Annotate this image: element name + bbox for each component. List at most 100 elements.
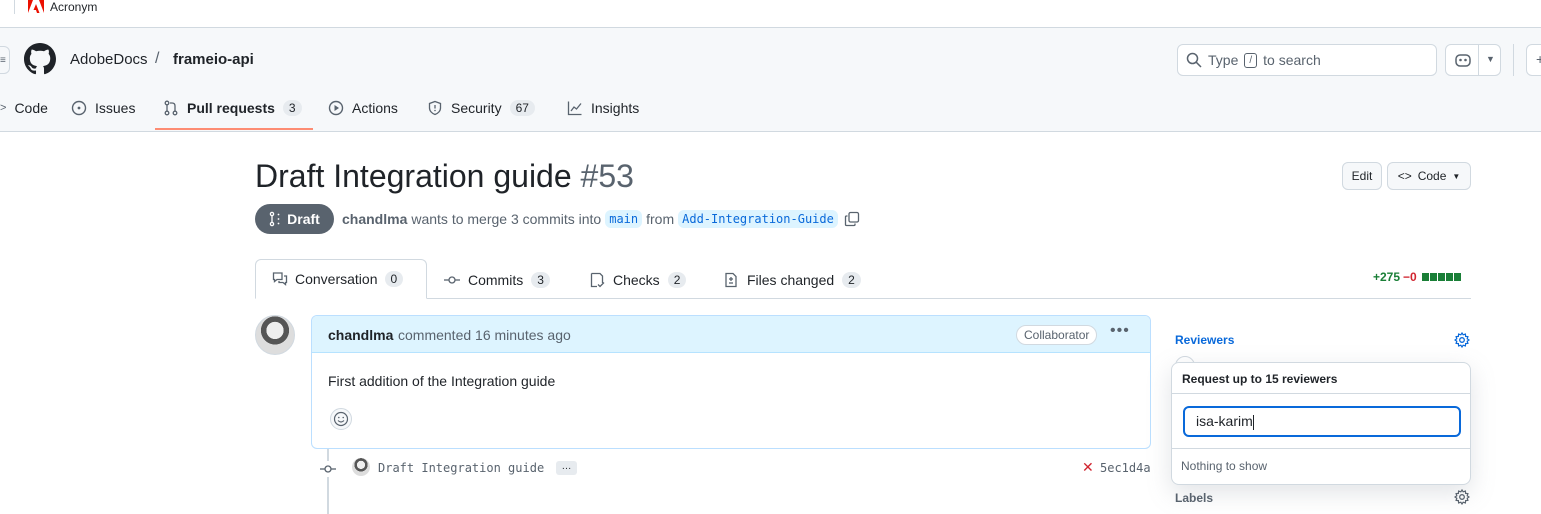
avatar[interactable] bbox=[255, 315, 295, 355]
create-new-button[interactable]: + bbox=[1526, 44, 1541, 76]
tab-pull-requests[interactable]: Pull requests 3 bbox=[163, 93, 302, 123]
popup-divider bbox=[1172, 448, 1470, 449]
git-commit-icon bbox=[320, 461, 336, 477]
head-branch[interactable]: Add-Integration-Guide bbox=[678, 210, 838, 228]
status-badge: Draft bbox=[255, 204, 334, 234]
brand-name: Acronym bbox=[50, 0, 98, 14]
diffstat-block bbox=[1453, 273, 1461, 281]
diffstat-block bbox=[1421, 273, 1429, 281]
tab-label: Conversation bbox=[295, 271, 378, 287]
tab-security[interactable]: Security 67 bbox=[427, 93, 535, 123]
base-branch[interactable]: main bbox=[605, 210, 643, 228]
deletions-count: −0 bbox=[1403, 270, 1417, 284]
add-reaction-button[interactable] bbox=[330, 408, 352, 430]
smiley-icon bbox=[333, 411, 349, 427]
text-cursor bbox=[1252, 414, 1254, 430]
code-brackets-icon: <> bbox=[1397, 169, 1412, 183]
tab-files-changed[interactable]: Files changed 2 bbox=[723, 265, 861, 295]
edit-button[interactable]: Edit bbox=[1342, 162, 1382, 190]
pr-title-row: Draft Integration guide #53 bbox=[255, 158, 634, 195]
labels-heading[interactable]: Labels bbox=[1175, 491, 1213, 505]
pr-tabs-border bbox=[255, 298, 1471, 299]
repo-separator: / bbox=[155, 50, 160, 67]
pull-requests-count: 3 bbox=[282, 100, 302, 116]
chevron-down-icon: ▼ bbox=[1452, 171, 1461, 181]
diffstat-block bbox=[1429, 273, 1437, 281]
search-key-hint: / bbox=[1244, 52, 1258, 68]
reviewers-popup: Request up to 15 reviewers isa-karim Not… bbox=[1171, 362, 1471, 485]
adobe-logo-icon bbox=[28, 0, 44, 13]
tab-label: Commits bbox=[468, 272, 524, 288]
reviewer-search-input[interactable]: isa-karim bbox=[1183, 406, 1461, 437]
top-strip: Acronym bbox=[0, 0, 1541, 28]
popup-title: Request up to 15 reviewers bbox=[1182, 372, 1338, 386]
copilot-icon bbox=[1455, 54, 1471, 67]
play-icon bbox=[328, 100, 344, 116]
tab-commits[interactable]: Commits 3 bbox=[444, 265, 550, 295]
from-text: from bbox=[646, 211, 675, 227]
reviewers-heading[interactable]: Reviewers bbox=[1175, 333, 1234, 347]
author-link[interactable]: chandlma bbox=[342, 211, 407, 227]
avatar[interactable] bbox=[352, 458, 370, 476]
kebab-horizontal-icon[interactable]: ••• bbox=[1110, 322, 1130, 340]
tab-label: Security bbox=[451, 100, 502, 116]
github-logo-icon[interactable] bbox=[24, 43, 56, 75]
git-commit-icon bbox=[444, 276, 460, 284]
tab-insights[interactable]: Insights bbox=[567, 93, 639, 123]
commit-message[interactable]: Draft Integration guide bbox=[378, 461, 544, 475]
repo-owner-link[interactable]: AdobeDocs bbox=[70, 51, 148, 68]
pr-number: #53 bbox=[580, 158, 634, 194]
search-input[interactable]: Type / to search bbox=[1177, 44, 1437, 76]
copy-icon[interactable] bbox=[844, 211, 860, 227]
comment-header: chandlma commented 16 minutes ago Collab… bbox=[312, 316, 1150, 353]
expand-commit-button[interactable]: … bbox=[556, 461, 577, 475]
gear-icon[interactable] bbox=[1454, 489, 1470, 505]
strip-divider bbox=[14, 0, 15, 14]
pr-merge-info: chandlma wants to merge 3 commits into m… bbox=[342, 210, 860, 228]
code-dropdown-button[interactable]: <> Code ▼ bbox=[1387, 162, 1471, 190]
commit-sha[interactable]: 5ec1d4a bbox=[1100, 461, 1151, 475]
diffstat-block bbox=[1437, 273, 1445, 281]
page-title: Draft Integration guide bbox=[255, 158, 572, 194]
reviewer-search-value: isa-karim bbox=[1196, 413, 1253, 429]
empty-state-text: Nothing to show bbox=[1181, 459, 1268, 473]
tab-label: Files changed bbox=[747, 272, 835, 288]
search-prefix: Type bbox=[1208, 52, 1239, 68]
commits-count: 3 bbox=[531, 272, 550, 288]
tab-actions[interactable]: Actions bbox=[328, 93, 398, 123]
timeline-line bbox=[327, 449, 329, 514]
tab-issues[interactable]: Issues bbox=[71, 93, 135, 123]
additions-count: +275 bbox=[1373, 270, 1401, 284]
tab-label: Pull requests bbox=[187, 100, 275, 116]
conversation-count: 0 bbox=[384, 271, 404, 287]
collaborator-badge: Collaborator bbox=[1016, 325, 1098, 345]
checks-count: 2 bbox=[667, 272, 687, 288]
comment-meta[interactable]: commented 16 minutes ago bbox=[398, 327, 571, 343]
menu-button[interactable]: ≡ bbox=[0, 46, 10, 74]
diffstat-block bbox=[1445, 273, 1453, 281]
tab-label: Issues bbox=[95, 100, 136, 116]
comment-author[interactable]: chandlma bbox=[328, 327, 393, 343]
comment-discussion-icon bbox=[272, 272, 288, 286]
graph-icon bbox=[567, 101, 582, 116]
x-icon[interactable]: ✕ bbox=[1082, 459, 1094, 476]
git-pull-request-draft-icon bbox=[269, 211, 280, 227]
hamburger-icon: ≡ bbox=[0, 55, 6, 66]
code-button-label: Code bbox=[1417, 169, 1447, 183]
diffstat: +275 −0 bbox=[1373, 270, 1461, 284]
comment-body: First addition of the Integration guide bbox=[328, 373, 556, 389]
tab-checks[interactable]: Checks 2 bbox=[589, 265, 687, 295]
tab-label: Code bbox=[14, 100, 48, 116]
comment-box: chandlma commented 16 minutes ago Collab… bbox=[311, 315, 1151, 449]
plus-icon: + bbox=[1536, 51, 1541, 67]
repo-header: ≡ AdobeDocs / frameio-api Type / to sear… bbox=[0, 28, 1541, 132]
gear-icon[interactable] bbox=[1454, 332, 1470, 348]
shield-icon bbox=[428, 100, 442, 116]
tab-code[interactable]: > Code bbox=[0, 93, 48, 123]
repo-name-link[interactable]: frameio-api bbox=[173, 51, 254, 68]
tab-label: Actions bbox=[352, 100, 398, 116]
chevron-down-icon[interactable]: ▼ bbox=[1486, 54, 1495, 64]
copilot-button[interactable]: ▼ bbox=[1445, 44, 1501, 76]
tab-conversation[interactable]: Conversation 0 bbox=[255, 259, 427, 299]
search-suffix: to search bbox=[1263, 52, 1321, 68]
